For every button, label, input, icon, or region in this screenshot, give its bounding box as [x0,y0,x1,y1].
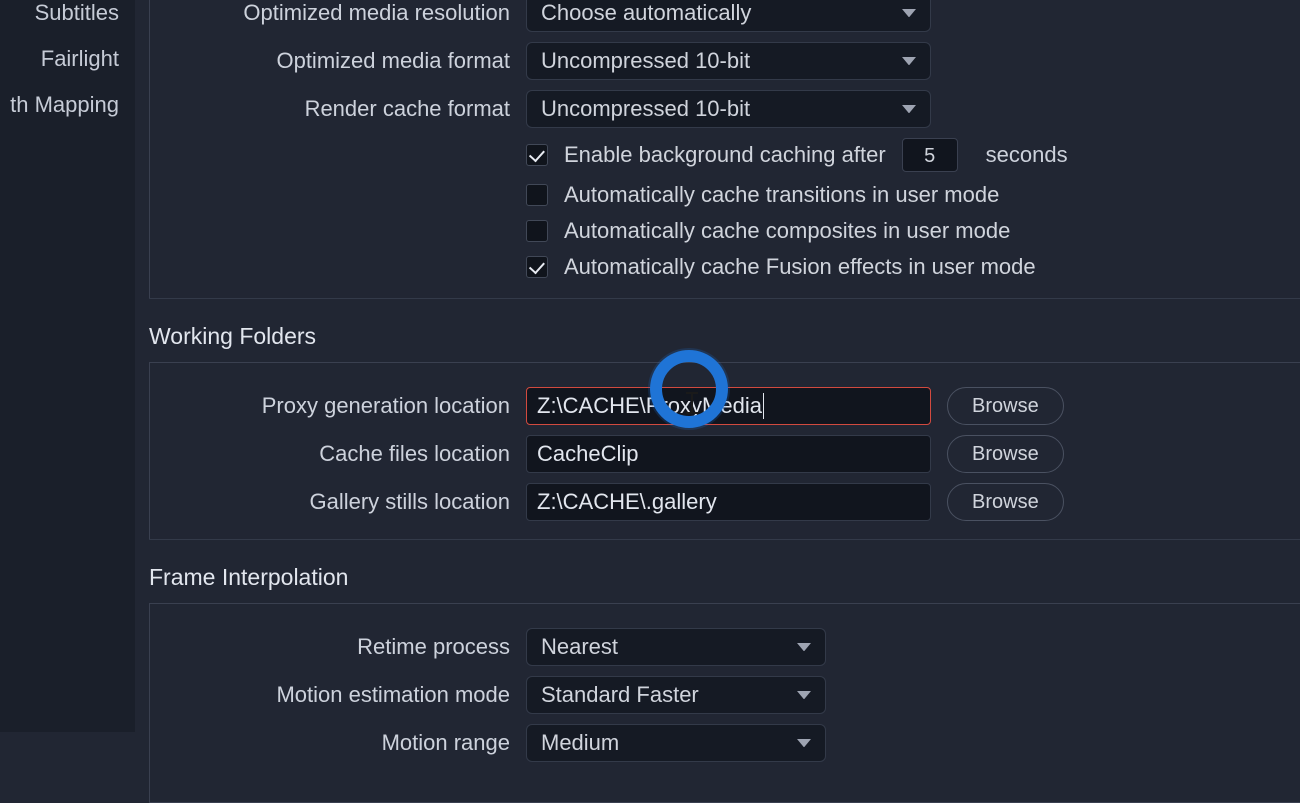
select-value: Choose automatically [541,0,751,26]
select-value: Nearest [541,634,618,660]
chevron-down-icon [902,54,916,68]
divider [149,539,1300,540]
cache-files-location-input[interactable]: CacheClip [526,435,931,473]
text-caret [763,393,764,419]
select-value: Standard Faster [541,682,699,708]
motion-estimation-label: Motion estimation mode [150,682,526,708]
frame-interpolation-title: Frame Interpolation [149,564,1300,591]
render-cache-format-label: Render cache format [150,96,526,122]
cache-browse-button[interactable]: Browse [947,435,1064,473]
input-value: Z:\CACHE\.gallery [537,489,717,515]
chevron-down-icon [797,736,811,750]
chevron-down-icon [797,688,811,702]
sidebar-item-subtitles[interactable]: Subtitles [0,0,135,36]
auto-cache-composites-label: Automatically cache composites in user m… [564,218,1010,244]
motion-range-select[interactable]: Medium [526,724,826,762]
input-value: Z:\CACHE\ProxyMedia [537,393,762,419]
select-value: Uncompressed 10-bit [541,48,750,74]
bg-cache-label: Enable background caching after [564,142,886,168]
settings-main-panel: Optimized media resolution Choose automa… [135,0,1300,732]
render-cache-format-select[interactable]: Uncompressed 10-bit [526,90,931,128]
motion-range-label: Motion range [150,730,526,756]
auto-cache-fusion-label: Automatically cache Fusion effects in us… [564,254,1036,280]
optimized-resolution-select[interactable]: Choose automatically [526,0,931,32]
working-folders-section: Proxy generation location Z:\CACHE\Proxy… [149,362,1300,539]
bg-cache-seconds-input[interactable]: 5 [902,138,958,172]
working-folders-title: Working Folders [149,323,1300,350]
bg-cache-checkbox[interactable] [526,144,548,166]
select-value: Uncompressed 10-bit [541,96,750,122]
gallery-browse-button[interactable]: Browse [947,483,1064,521]
retime-process-select[interactable]: Nearest [526,628,826,666]
auto-cache-fusion-checkbox[interactable] [526,256,548,278]
chevron-down-icon [902,6,916,20]
auto-cache-composites-checkbox[interactable] [526,220,548,242]
gallery-stills-location-label: Gallery stills location [150,489,526,515]
optimized-format-label: Optimized media format [150,48,526,74]
divider [149,298,1300,299]
auto-cache-transitions-label: Automatically cache transitions in user … [564,182,999,208]
proxy-location-input[interactable]: Z:\CACHE\ProxyMedia [526,387,931,425]
select-value: Medium [541,730,619,756]
sidebar-item-fairlight[interactable]: Fairlight [0,36,135,82]
gallery-stills-location-input[interactable]: Z:\CACHE\.gallery [526,483,931,521]
auto-cache-transitions-checkbox[interactable] [526,184,548,206]
proxy-browse-button[interactable]: Browse [947,387,1064,425]
proxy-location-label: Proxy generation location [150,393,526,419]
motion-estimation-select[interactable]: Standard Faster [526,676,826,714]
settings-sidebar: Subtitles Fairlight th Mapping [0,0,135,732]
retime-process-label: Retime process [150,634,526,660]
chevron-down-icon [797,640,811,654]
bg-cache-suffix: seconds [986,142,1068,168]
optimized-format-select[interactable]: Uncompressed 10-bit [526,42,931,80]
chevron-down-icon [902,102,916,116]
frame-interpolation-section: Retime process Nearest Motion estimation… [149,603,1300,803]
sidebar-item-path-mapping[interactable]: th Mapping [0,82,135,128]
optimized-media-section: Optimized media resolution Choose automa… [149,0,1300,298]
input-value: CacheClip [537,441,639,467]
optimized-resolution-label: Optimized media resolution [150,0,526,26]
cache-files-location-label: Cache files location [150,441,526,467]
